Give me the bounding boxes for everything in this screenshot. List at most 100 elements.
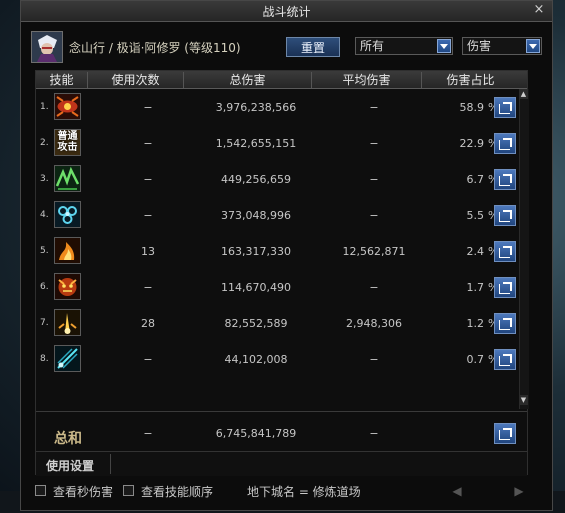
footer: 查看秒伤害 查看技能顺序 地下城名 = 修炼道场 ◀ ▶ xyxy=(35,481,528,503)
cell-avg: − xyxy=(369,173,379,186)
header-avg[interactable]: 平均伤害 xyxy=(312,72,422,88)
header-pct[interactable]: 伤害占比 xyxy=(422,72,519,88)
cell-avg: − xyxy=(369,101,379,114)
metric-dropdown[interactable]: 伤害 xyxy=(462,37,542,55)
row-number: 8. xyxy=(40,354,49,364)
character-name: 念山行 / 极诣·阿修罗 (等级110) xyxy=(69,41,241,55)
reset-button[interactable]: 重置 xyxy=(286,37,340,57)
flame-slash-skill-icon xyxy=(54,237,81,264)
table-row[interactable]: 2. 普通攻击 − 1,542,655,151 − 22.9 % xyxy=(36,127,516,161)
header-uses[interactable]: 使用次数 xyxy=(88,72,184,88)
row-number: 2. xyxy=(40,138,49,148)
row-number: 3. xyxy=(40,174,49,184)
close-icon[interactable]: × xyxy=(532,3,546,17)
table-header: 技能 使用次数 总伤害 平均伤害 伤害占比 xyxy=(36,71,527,89)
cell-avg: − xyxy=(369,353,379,366)
demon-face-skill-icon xyxy=(54,273,81,300)
total-label: 总和 xyxy=(54,431,82,447)
cell-avg: 12,562,871 xyxy=(342,245,406,258)
scroll-down-icon[interactable]: ▼ xyxy=(519,395,528,405)
check-dps-checkbox[interactable] xyxy=(35,485,46,496)
table-row[interactable]: 4. − 373,048,996 − 5.5 % xyxy=(36,199,516,233)
dungeon-name: 地下城名 = 修炼道场 xyxy=(247,485,361,499)
row-number: 6. xyxy=(40,282,49,292)
cell-pct: 22.9 xyxy=(459,137,485,150)
cell-pct: 5.5 xyxy=(466,209,485,222)
share-icon[interactable] xyxy=(494,349,516,370)
total-row: − 6,745,841,789 − xyxy=(36,417,516,451)
title-bar[interactable]: 战斗统计 × xyxy=(21,1,552,22)
next-arrow-icon[interactable]: ▶ xyxy=(501,482,537,500)
cell-pct: 1.7 xyxy=(466,281,485,294)
cell-pct: 6.7 xyxy=(466,173,485,186)
share-icon[interactable] xyxy=(494,277,516,298)
check-order-label[interactable]: 查看技能顺序 xyxy=(141,483,213,500)
cell-avg: − xyxy=(369,281,379,294)
table-row[interactable]: 1. − 3,976,238,566 − 58.9 % xyxy=(36,91,516,125)
total-uses: − xyxy=(143,427,153,440)
total-avg: − xyxy=(369,427,379,440)
table-row[interactable]: 8. − 44,102,008 − 0.7 % xyxy=(36,343,516,377)
cell-total: 3,976,238,566 xyxy=(215,101,297,114)
character-portrait-icon xyxy=(31,31,63,63)
share-icon[interactable] xyxy=(494,241,516,262)
window-title: 战斗统计 xyxy=(262,5,311,19)
cell-total: 82,552,589 xyxy=(224,317,288,330)
settings-label[interactable]: 使用设置 xyxy=(46,457,94,474)
header-total[interactable]: 总伤害 xyxy=(184,72,312,88)
blue-orb-skill-icon xyxy=(54,201,81,228)
cell-total: 449,256,659 xyxy=(221,173,291,186)
cell-pct: 2.4 xyxy=(466,245,485,258)
cell-total: 163,317,330 xyxy=(221,245,291,258)
table-row[interactable]: 6. − 114,670,490 − 1.7 % xyxy=(36,271,516,305)
share-icon[interactable] xyxy=(494,169,516,190)
cell-uses: − xyxy=(143,173,153,186)
cell-pct: 1.2 xyxy=(466,317,485,330)
share-icon[interactable] xyxy=(494,97,516,118)
share-icon[interactable] xyxy=(494,313,516,334)
normal-attack-icon-text: 普通攻击 xyxy=(57,131,78,153)
check-order-checkbox[interactable] xyxy=(123,485,134,496)
share-icon[interactable] xyxy=(494,423,516,444)
total-damage: 6,745,841,789 xyxy=(215,427,297,440)
table-row[interactable]: 7. 28 82,552,589 2,948,306 1.2 % xyxy=(36,307,516,341)
cell-avg: 2,948,306 xyxy=(346,317,402,330)
stats-table: 技能 使用次数 总伤害 平均伤害 伤害占比 1. − 3,976,238,566… xyxy=(35,70,529,476)
eye-skill-icon xyxy=(54,93,81,120)
normal-attack-icon: 普通攻击 xyxy=(54,129,81,156)
table-row[interactable]: 3. − 449,256,659 − 6.7 % xyxy=(36,163,516,197)
cell-uses: − xyxy=(143,209,153,222)
green-wave-skill-icon xyxy=(54,165,81,192)
row-number: 5. xyxy=(40,246,49,256)
cell-pct: 0.7 xyxy=(466,353,485,366)
cell-avg: − xyxy=(369,137,379,150)
cell-pct: 58.9 xyxy=(459,101,485,114)
cell-uses: − xyxy=(143,137,153,150)
header-skill[interactable]: 技能 xyxy=(36,72,88,88)
metric-dropdown-value: 伤害 xyxy=(467,39,492,53)
filter-dropdown[interactable]: 所有 xyxy=(355,37,453,55)
scroll-up-icon[interactable]: ▲ xyxy=(519,89,528,99)
check-dps-label[interactable]: 查看秒伤害 xyxy=(53,483,113,500)
cell-total: 44,102,008 xyxy=(224,353,288,366)
combat-stats-window: 战斗统计 × 念山行 / 极诣·阿修罗 (等级110) 重置 所有 伤害 技能 … xyxy=(20,0,553,511)
cell-total: 1,542,655,151 xyxy=(215,137,297,150)
cell-uses: 13 xyxy=(141,245,155,258)
filter-dropdown-value: 所有 xyxy=(360,39,385,53)
cell-uses: 28 xyxy=(141,317,155,330)
row-number: 4. xyxy=(40,210,49,220)
cell-total: 373,048,996 xyxy=(221,209,291,222)
prev-arrow-icon[interactable]: ◀ xyxy=(439,482,475,500)
cell-total: 114,670,490 xyxy=(221,281,291,294)
row-number: 1. xyxy=(40,102,49,112)
table-row[interactable]: 5. 13 163,317,330 12,562,871 2.4 % xyxy=(36,235,516,269)
settings-divider xyxy=(110,454,111,474)
chevron-down-icon[interactable] xyxy=(437,39,451,53)
cyan-wave-skill-icon xyxy=(54,345,81,372)
cell-avg: − xyxy=(369,209,379,222)
share-icon[interactable] xyxy=(494,205,516,226)
scrollbar[interactable] xyxy=(519,89,529,409)
share-icon[interactable] xyxy=(494,133,516,154)
chevron-down-icon[interactable] xyxy=(526,39,540,53)
fire-pillar-skill-icon xyxy=(54,309,81,336)
